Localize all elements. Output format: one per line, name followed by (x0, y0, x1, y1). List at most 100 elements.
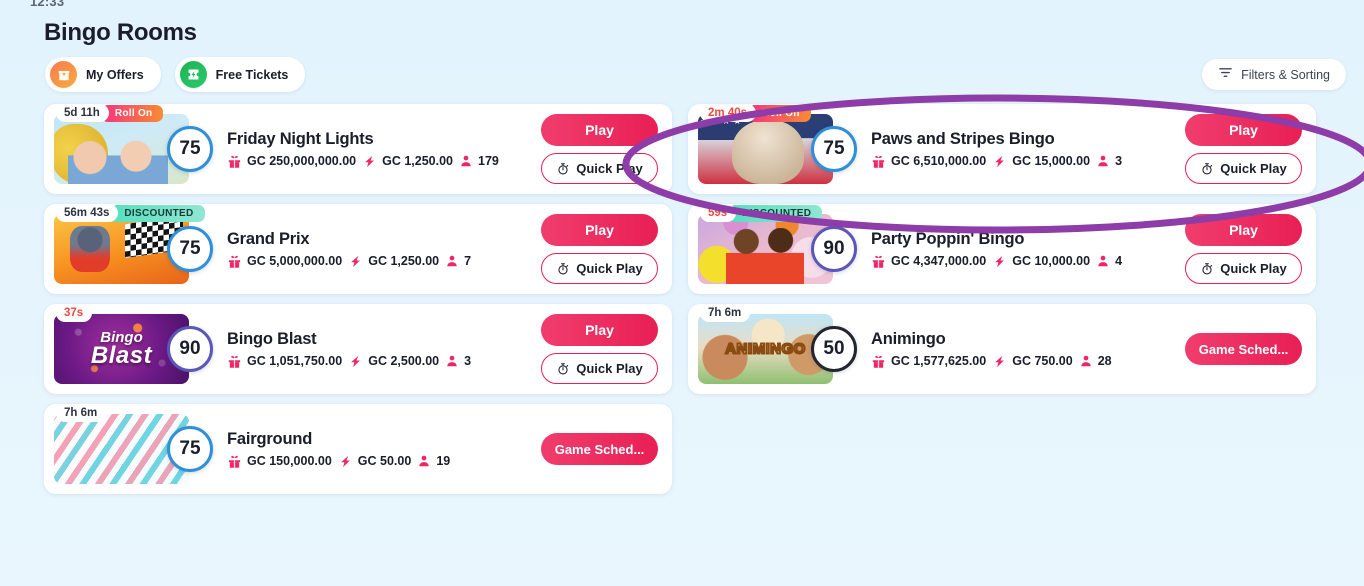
room-card[interactable]: 5d 11h Roll On 75 Friday Night Lights GC 250… (44, 104, 672, 194)
rooms-column-right: 2m 40sRoll On★★★★75Paws and Stripes Bing… (688, 104, 1316, 494)
prize-stat: GC 250,000,000.00 (227, 154, 356, 169)
ticket-value: GC 10,000.00 (1012, 254, 1091, 268)
bolt-ticket-icon (992, 354, 1007, 369)
stopwatch-icon (1200, 262, 1214, 276)
room-card[interactable]: 7h 6m ANIMINGO 50 Animingo GC 1,577,625.00 GC… (688, 304, 1316, 394)
quick-play-label: Quick Play (576, 361, 643, 376)
room-tag-row: 56m 43s DISCOUNTED (56, 204, 205, 222)
room-info: Friday Night Lights GC 250,000,000.00 GC 1… (213, 130, 541, 169)
room-timer: 37s (56, 304, 93, 322)
bolt-ticket-icon (348, 354, 363, 369)
room-tag-row: 7h 6m (700, 304, 751, 322)
room-ball-type: 75 (167, 426, 213, 472)
room-card[interactable]: 59s DISCOUNTED 90 Party Poppin' Bingo GC 4,3… (688, 204, 1316, 294)
ticket-value: GC 50.00 (357, 454, 412, 468)
room-name: Paws and Stripes Bingo (871, 129, 1055, 148)
room-timer: 2m 40s (700, 104, 757, 122)
room-stats: GC 150,000.00 GC 50.00 19 (227, 454, 541, 469)
room-tag-row: 7h 6m (56, 404, 107, 422)
play-button[interactable]: Play (541, 314, 658, 346)
room-card[interactable]: 56m 43s DISCOUNTED 75 Grand Prix GC 5,000,00… (44, 204, 672, 294)
quick-filter-chips: My Offers Free Tickets (45, 57, 306, 92)
quick-play-button[interactable]: Quick Play (1185, 253, 1302, 284)
bolt-ticket-icon (992, 254, 1007, 269)
prize-value: GC 4,347,000.00 (891, 254, 987, 268)
quick-play-label: Quick Play (1220, 161, 1287, 176)
prize-stat: GC 4,347,000.00 (871, 254, 986, 269)
players-value: 28 (1097, 354, 1112, 368)
room-info: Animingo GC 1,577,625.00 GC 750.00 28 (857, 330, 1185, 369)
room-stats: GC 1,577,625.00 GC 750.00 28 (871, 354, 1185, 369)
room-actions: Play Quick Play (1185, 214, 1302, 284)
player-icon (445, 254, 459, 268)
chip-free-tickets[interactable]: Free Tickets (174, 57, 306, 92)
room-ball-type: 50 (811, 326, 857, 372)
room-name: Party Poppin' Bingo (871, 229, 1025, 248)
filters-and-sorting-button[interactable]: Filters & Sorting (1202, 59, 1346, 90)
room-timer: 5d 11h (56, 104, 109, 122)
room-name: Bingo Blast (227, 329, 317, 348)
room-name: Grand Prix (227, 229, 310, 248)
gift-icon (227, 454, 242, 469)
player-icon (445, 354, 459, 368)
players-stat: 3 (1096, 154, 1122, 168)
room-badge: Roll On (748, 104, 811, 122)
bolt-ticket-icon (338, 454, 353, 469)
stopwatch-icon (556, 162, 570, 176)
quick-play-button[interactable]: Quick Play (1185, 153, 1302, 184)
room-stats: GC 6,510,000.00 GC 15,000.00 3 (871, 154, 1185, 169)
gift-star-icon (50, 61, 77, 88)
quick-play-button[interactable]: Quick Play (541, 353, 658, 384)
room-timer: 59s (700, 204, 737, 222)
players-stat: 28 (1079, 354, 1112, 368)
room-card[interactable]: 2m 40sRoll On★★★★75Paws and Stripes Bing… (688, 104, 1316, 194)
room-card[interactable]: 7h 6m 75 Fairground GC 150,000.00 GC 50.00 19… (44, 404, 672, 494)
room-info: Paws and Stripes Bingo GC 6,510,000.00 GC … (857, 130, 1185, 169)
play-button[interactable]: Play (1185, 114, 1302, 146)
filter-icon (1218, 65, 1233, 85)
room-ball-type: 75 (167, 226, 213, 272)
players-stat: 4 (1096, 254, 1122, 268)
room-ball-type: 90 (167, 326, 213, 372)
gift-icon (227, 254, 242, 269)
bolt-ticket-icon (348, 254, 363, 269)
players-value: 3 (1115, 154, 1123, 168)
quick-play-button[interactable]: Quick Play (541, 153, 658, 184)
room-card[interactable]: 37s Bingo Blast 90 Bingo Blast GC 1,051,750.0… (44, 304, 672, 394)
chip-label: My Offers (86, 67, 144, 82)
players-value: 3 (464, 354, 472, 368)
quick-play-button[interactable]: Quick Play (541, 253, 658, 284)
prize-stat: GC 5,000,000.00 (227, 254, 342, 269)
room-timer: 7h 6m (56, 404, 107, 422)
room-tag-row: 5d 11h Roll On (56, 104, 164, 122)
ticket-stat: GC 1,250.00 (362, 154, 453, 169)
room-stats: GC 5,000,000.00 GC 1,250.00 7 (227, 254, 541, 269)
bolt-ticket-icon (362, 154, 377, 169)
gift-icon (227, 154, 242, 169)
room-stats: GC 1,051,750.00 GC 2,500.00 3 (227, 354, 541, 369)
players-stat: 19 (417, 454, 450, 468)
quick-play-label: Quick Play (1220, 261, 1287, 276)
ticket-stat: GC 50.00 (338, 454, 412, 469)
play-button[interactable]: Play (541, 114, 658, 146)
room-tag-row: 37s (56, 304, 93, 322)
gift-icon (871, 354, 886, 369)
filters-label: Filters & Sorting (1241, 67, 1330, 82)
ticket-value: GC 15,000.00 (1012, 154, 1091, 168)
player-icon (1079, 354, 1093, 368)
player-icon (417, 454, 431, 468)
room-stats: GC 4,347,000.00 GC 10,000.00 4 (871, 254, 1185, 269)
rooms-grid: 5d 11h Roll On 75 Friday Night Lights GC 250… (44, 104, 1344, 494)
room-actions: Game Sched... (1185, 333, 1302, 365)
prize-value: GC 5,000,000.00 (247, 254, 343, 268)
play-button[interactable]: Play (541, 214, 658, 246)
room-ball-type: 90 (811, 226, 857, 272)
room-badge: Roll On (100, 104, 164, 122)
play-button[interactable]: Play (1185, 214, 1302, 246)
game-schedule-button[interactable]: Game Sched... (541, 433, 658, 465)
players-stat: 179 (459, 154, 499, 168)
bolt-ticket-icon (992, 154, 1007, 169)
room-actions: Play Quick Play (541, 314, 658, 384)
chip-my-offers[interactable]: My Offers (45, 57, 161, 92)
game-schedule-button[interactable]: Game Sched... (1185, 333, 1302, 365)
